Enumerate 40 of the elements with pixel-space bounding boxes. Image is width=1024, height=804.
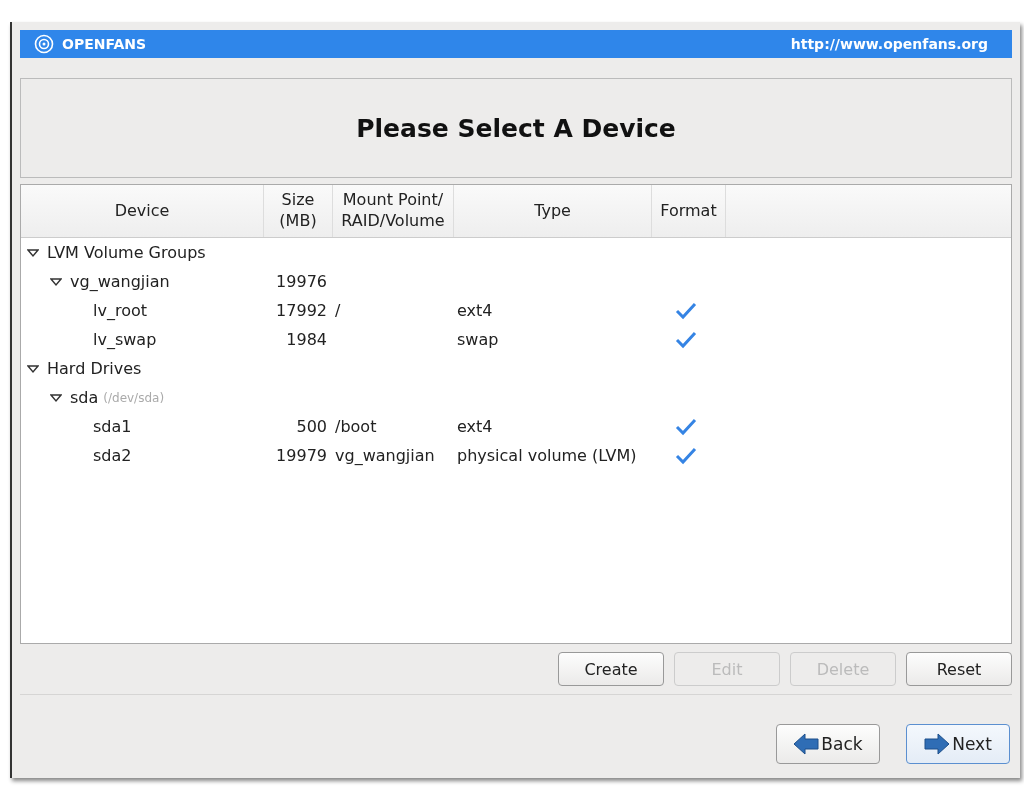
mount-point-cell: vg_wangjian [335, 446, 435, 465]
column-header[interactable]: Type [454, 185, 652, 237]
device-name: vg_wangjian [70, 272, 170, 291]
device-name: lv_swap [93, 330, 157, 349]
column-header[interactable]: Size (MB) [264, 185, 333, 237]
device-name: sda [70, 388, 99, 407]
device-name: lv_root [93, 301, 147, 320]
logo-icon [34, 34, 54, 54]
arrow-left-icon [793, 732, 820, 756]
brand-name: OPENFANS [62, 36, 147, 52]
device-name: LVM Volume Groups [47, 243, 206, 262]
page-heading: Please Select A Device [356, 113, 676, 143]
expander-down-icon[interactable] [27, 246, 39, 259]
expander-down-icon[interactable] [50, 275, 62, 288]
size-cell: 500 [296, 417, 327, 436]
size-cell: 19976 [276, 272, 327, 291]
website-url: http://www.openfans.org [790, 36, 988, 52]
expander-down-icon[interactable] [50, 391, 62, 404]
size-cell: 1984 [286, 330, 327, 349]
type-cell: ext4 [457, 301, 493, 320]
back-button[interactable]: Back [776, 724, 880, 764]
column-header[interactable]: Mount Point/ RAID/Volume [333, 185, 454, 237]
next-button[interactable]: Next [906, 724, 1010, 764]
type-cell: ext4 [457, 417, 493, 436]
size-cell: 19979 [276, 446, 327, 465]
type-cell: swap [457, 330, 499, 349]
device-name: sda2 [93, 446, 132, 465]
expander-down-icon[interactable] [27, 362, 39, 375]
column-header[interactable]: Device [21, 185, 264, 237]
device-name: sda1 [93, 417, 132, 436]
type-cell: physical volume (LVM) [457, 446, 637, 465]
column-header[interactable]: Format [652, 185, 726, 237]
mount-point-cell: /boot [335, 417, 377, 436]
size-cell: 17992 [276, 301, 327, 320]
action-button[interactable]: Reset [906, 652, 1012, 686]
arrow-right-icon [924, 732, 951, 756]
device-path: (/dev/sda) [103, 390, 165, 405]
device-name: Hard Drives [47, 359, 142, 378]
action-button[interactable]: Create [558, 652, 664, 686]
mount-point-cell: / [335, 301, 341, 320]
